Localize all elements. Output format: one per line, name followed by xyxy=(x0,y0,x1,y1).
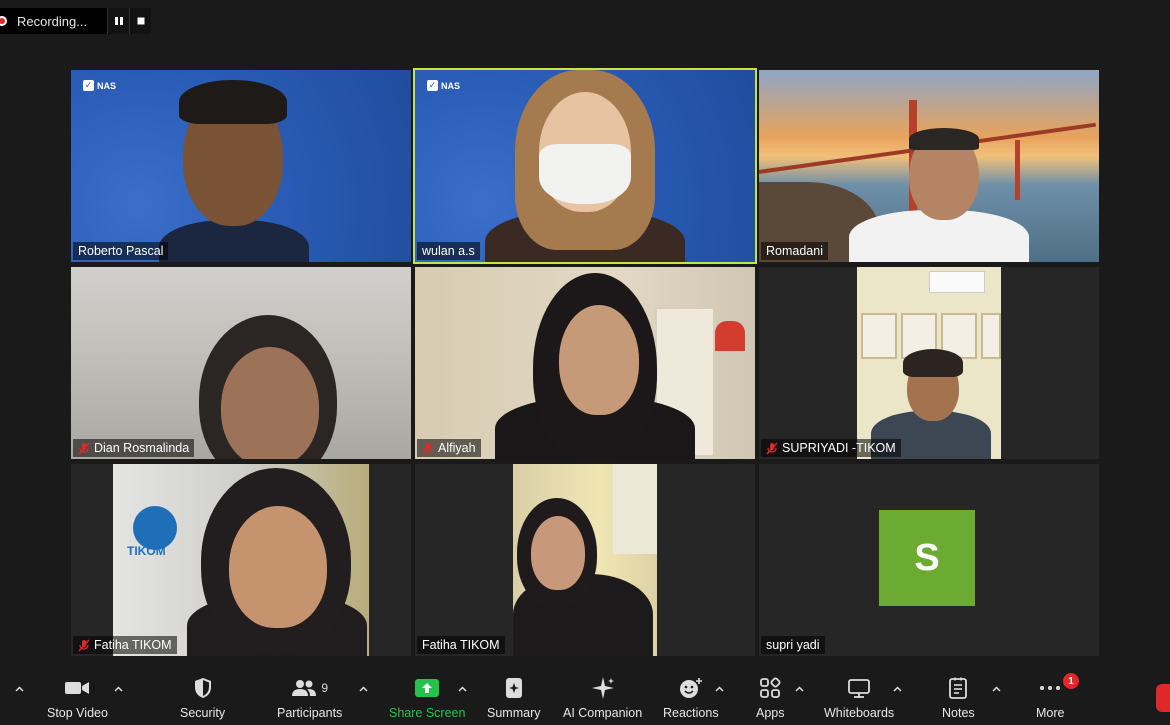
mic-muted-icon xyxy=(78,639,90,651)
video-feed xyxy=(71,267,411,459)
video-feed xyxy=(71,70,411,262)
more-button[interactable]: More xyxy=(1036,676,1064,720)
people-icon xyxy=(292,680,317,696)
reaction-icon xyxy=(679,678,702,698)
video-tile-wulan[interactable]: ✓ NAS wulan a.s xyxy=(413,68,757,264)
recording-bar: Recording... xyxy=(0,8,152,34)
meeting-window: Recording... ✓ NAS Roberto Pascal ✓ NAS wu… xyxy=(0,0,1170,725)
recording-dot-icon xyxy=(0,16,7,26)
stop-icon xyxy=(137,17,145,25)
sparkle-icon xyxy=(591,677,614,699)
video-tile-roberto-pascal[interactable]: ✓ NAS Roberto Pascal xyxy=(71,70,411,262)
apps-button[interactable]: Apps xyxy=(756,676,785,720)
participant-name-tag: SUPRIYADI -TIKOM xyxy=(761,439,901,457)
chevron-up-icon xyxy=(794,686,804,692)
chevron-up-icon xyxy=(113,686,123,692)
video-tile-dian-rosmalinda[interactable]: Dian Rosmalinda xyxy=(71,267,411,459)
video-feed: TIKOM xyxy=(71,464,411,656)
chevron-up-icon xyxy=(714,686,724,692)
apps-label: Apps xyxy=(756,706,785,720)
mic-muted-icon xyxy=(422,442,434,454)
participants-options-chevron[interactable] xyxy=(358,684,368,694)
chevron-up-icon xyxy=(991,686,1001,692)
participant-name-tag: Dian Rosmalinda xyxy=(73,439,195,457)
summary-icon xyxy=(505,678,522,698)
share-screen-label: Share Screen xyxy=(389,706,466,720)
more-label: More xyxy=(1036,706,1065,720)
chevron-up-icon xyxy=(892,686,902,692)
video-feed xyxy=(415,464,755,656)
chevron-up-icon xyxy=(358,686,368,692)
participant-name-tag: Romadani xyxy=(761,242,828,260)
participant-name-tag: Alfiyah xyxy=(417,439,481,457)
pause-recording-button[interactable] xyxy=(107,8,130,34)
wall-logo-text: TIKOM xyxy=(127,544,166,558)
avatar: S xyxy=(879,510,975,606)
notes-button[interactable]: Notes xyxy=(942,676,975,720)
participants-label: Participants xyxy=(277,706,343,720)
video-tile-supri-yadi[interactable]: S supri yadi xyxy=(759,464,1099,656)
recording-label: Recording... xyxy=(17,13,88,29)
participant-name-tag: wulan a.s xyxy=(417,242,480,260)
summary-label: Summary xyxy=(487,706,541,720)
ai-companion-label: AI Companion xyxy=(563,706,643,720)
participants-count: 9 xyxy=(321,681,328,695)
share-options-chevron[interactable] xyxy=(457,684,467,694)
video-tile-fatiha-tikom-1[interactable]: TIKOM Fatiha TIKOM xyxy=(71,464,411,656)
audio-options-chevron[interactable] xyxy=(14,684,24,694)
participant-name-tag: supri yadi xyxy=(761,636,825,654)
summary-button[interactable]: Summary xyxy=(487,676,540,720)
shield-icon xyxy=(194,678,211,698)
whiteboards-button[interactable]: Whiteboards xyxy=(824,676,894,720)
security-label: Security xyxy=(180,706,226,720)
more-dots-icon xyxy=(1040,686,1061,690)
notes-icon xyxy=(949,677,968,699)
notes-label: Notes xyxy=(942,706,975,720)
stop-video-button[interactable]: Stop Video xyxy=(47,676,108,720)
more-notification-badge: 1 xyxy=(1063,673,1079,689)
stop-video-label: Stop Video xyxy=(47,706,108,720)
participant-name-tag: Roberto Pascal xyxy=(73,242,169,260)
mic-muted-icon xyxy=(766,442,778,454)
pause-icon xyxy=(114,17,123,25)
share-arrow-icon xyxy=(415,679,440,697)
notes-options-chevron[interactable] xyxy=(991,684,1001,694)
nas-logo: ✓ NAS xyxy=(83,80,117,91)
video-feed xyxy=(759,70,1099,262)
participants-button[interactable]: 9 Participants xyxy=(277,676,342,720)
participant-name-tag: Fatiha TIKOM xyxy=(417,636,505,654)
video-tile-fatiha-tikom-2[interactable]: Fatiha TIKOM xyxy=(415,464,755,656)
participant-name-tag: Fatiha TIKOM xyxy=(73,636,177,654)
mic-muted-icon xyxy=(78,442,90,454)
apps-options-chevron[interactable] xyxy=(794,684,804,694)
video-tile-supriyadi[interactable]: SUPRIYADI -TIKOM xyxy=(759,267,1099,459)
apps-icon xyxy=(760,677,781,698)
whiteboards-options-chevron[interactable] xyxy=(892,684,902,694)
chevron-up-icon xyxy=(457,686,467,692)
video-feed xyxy=(415,70,755,262)
reactions-options-chevron[interactable] xyxy=(714,684,724,694)
video-options-chevron[interactable] xyxy=(113,684,123,694)
video-tile-alfiyah[interactable]: Alfiyah xyxy=(415,267,755,459)
video-tile-romadani[interactable]: Romadani xyxy=(759,70,1099,262)
security-button[interactable]: Security xyxy=(180,676,225,720)
ai-companion-button[interactable]: AI Companion xyxy=(563,676,642,720)
camera-icon xyxy=(65,682,90,694)
stop-recording-button[interactable] xyxy=(129,8,152,34)
reactions-label: Reactions xyxy=(663,706,719,720)
reactions-button[interactable]: Reactions xyxy=(663,676,719,720)
end-meeting-button[interactable] xyxy=(1156,684,1170,712)
share-screen-button[interactable]: Share Screen xyxy=(389,676,465,720)
video-feed xyxy=(759,267,1099,459)
whiteboard-icon xyxy=(848,679,870,698)
video-feed xyxy=(415,267,755,459)
nas-logo: ✓ NAS xyxy=(427,80,461,91)
whiteboards-label: Whiteboards xyxy=(824,706,895,720)
chevron-up-icon xyxy=(14,686,24,692)
